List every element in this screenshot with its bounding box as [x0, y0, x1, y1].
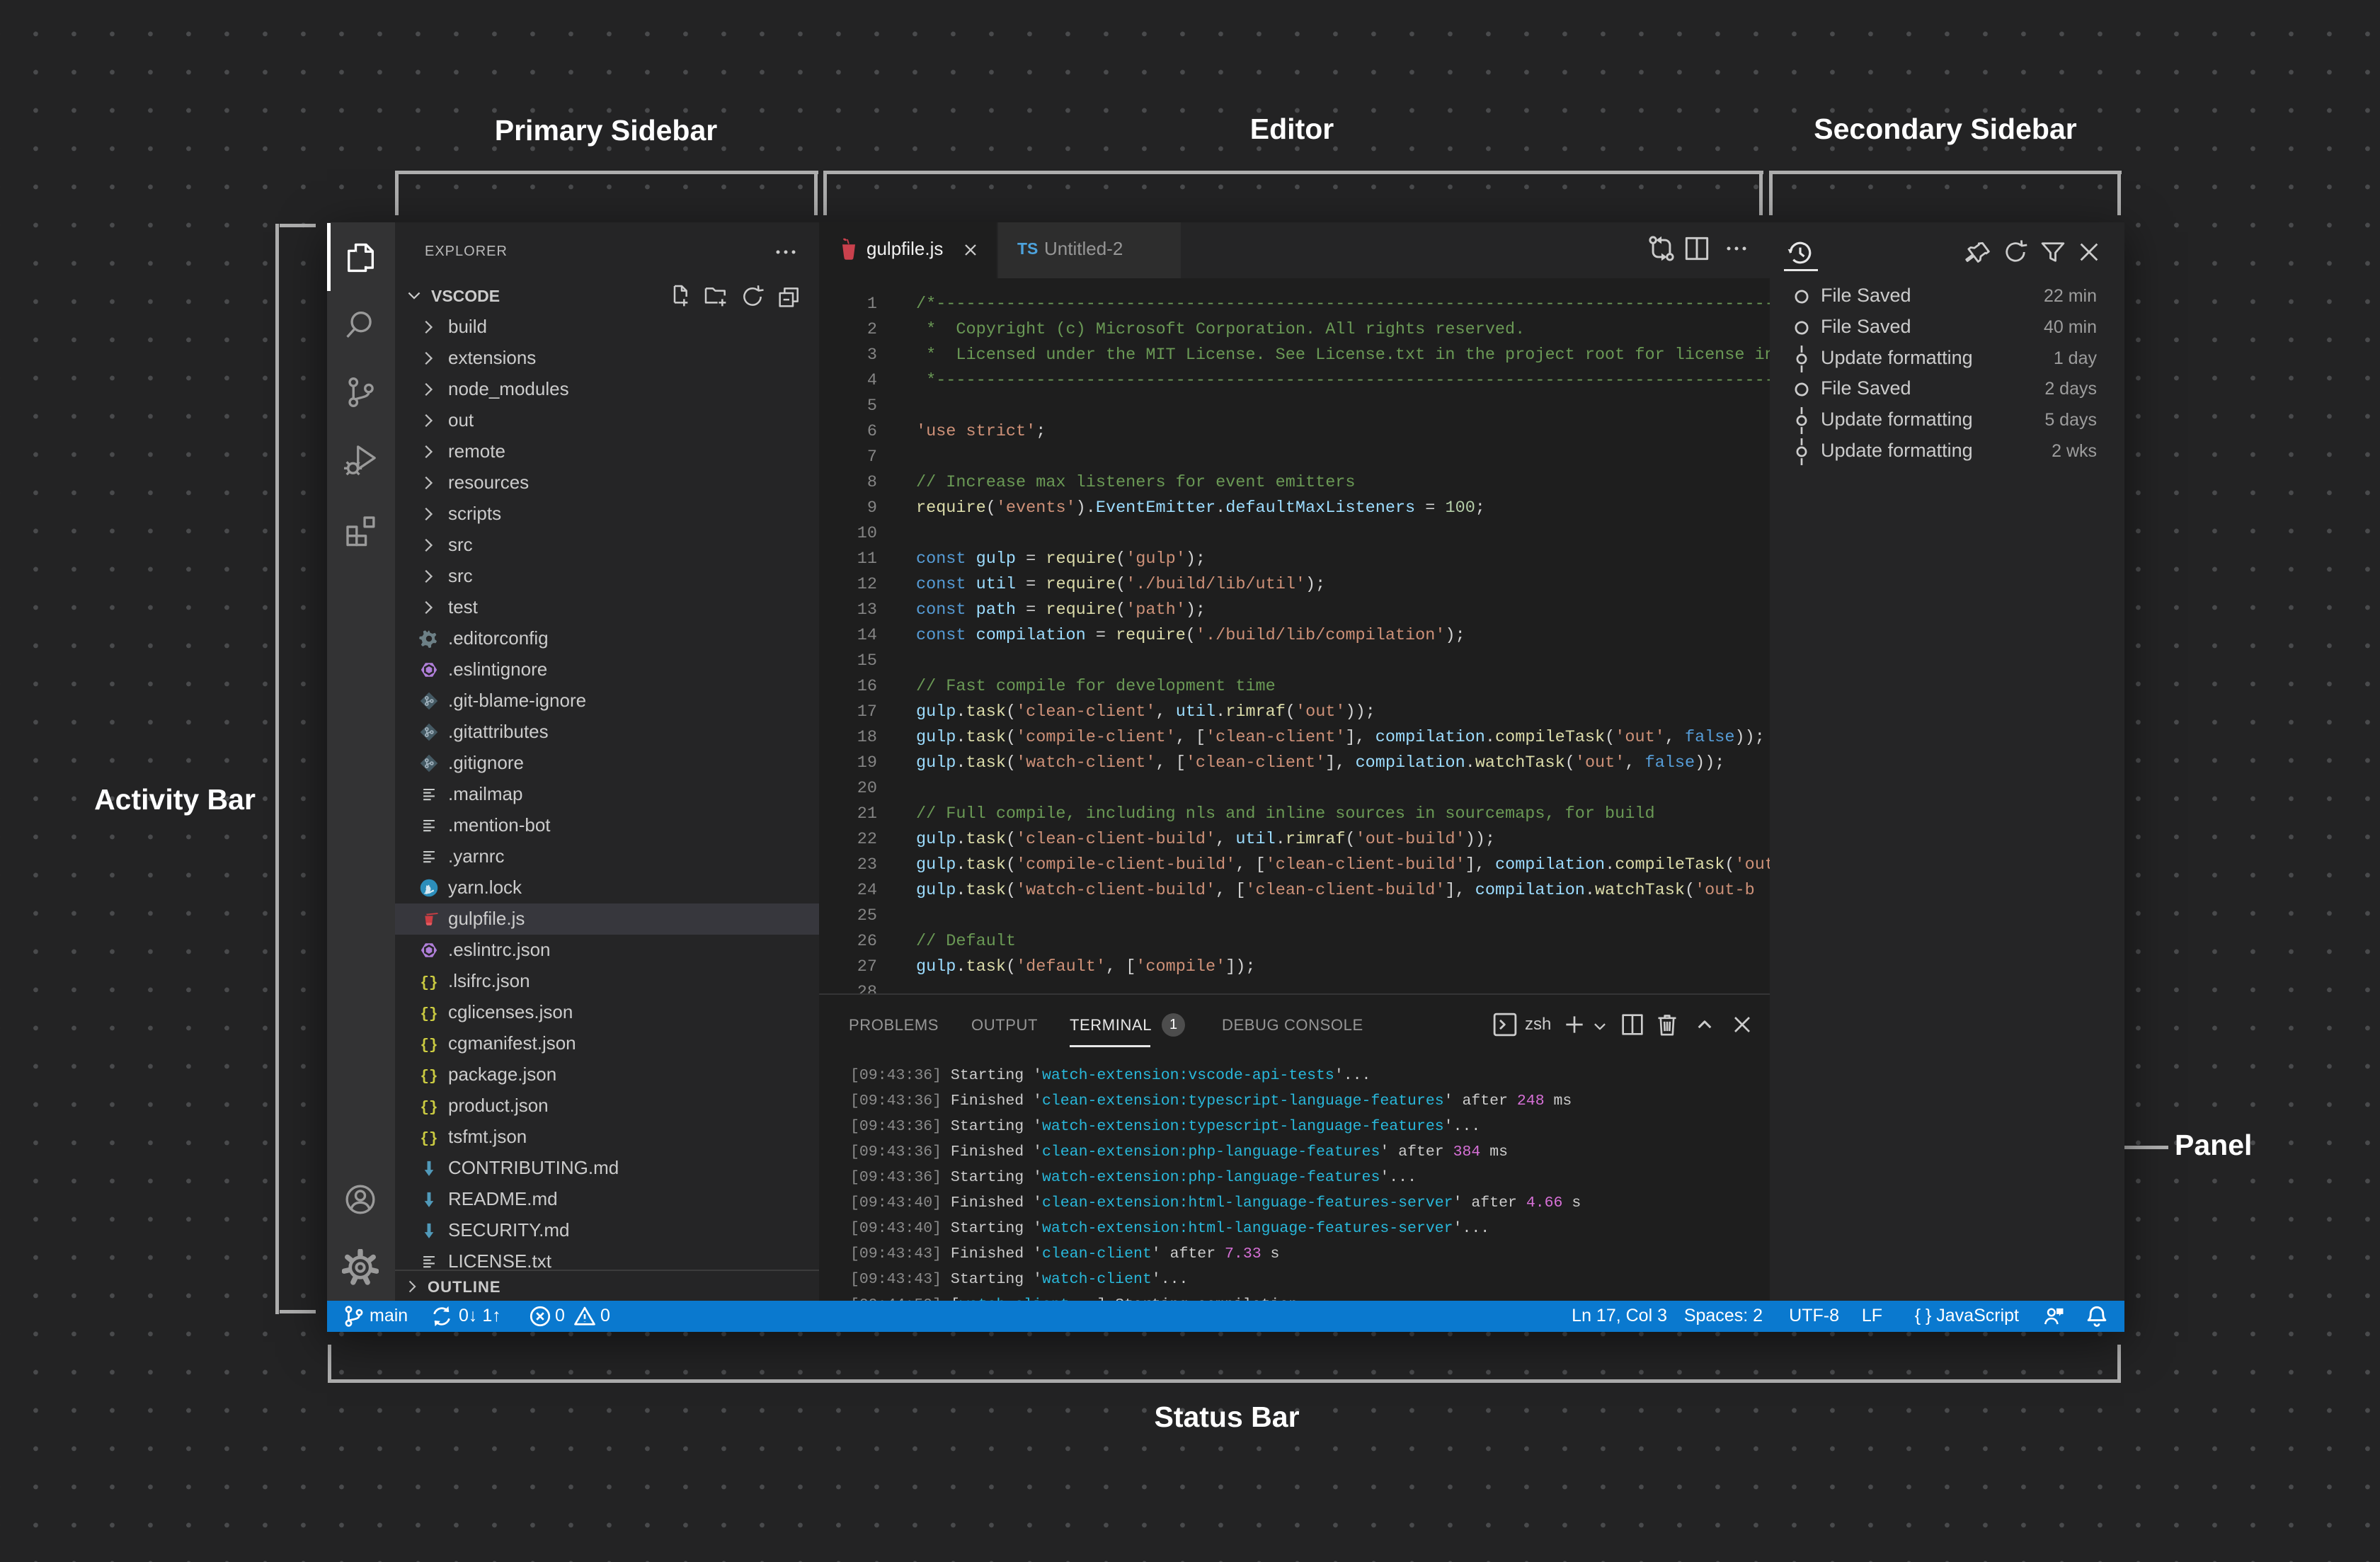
svg-text:{}: {} — [420, 1131, 437, 1147]
svg-text:{}: {} — [420, 1006, 437, 1022]
svg-text:{}: {} — [420, 975, 437, 991]
svg-text:{}: {} — [420, 1037, 437, 1054]
svg-text:{}: {} — [420, 1068, 437, 1085]
svg-text:{}: {} — [420, 1100, 437, 1116]
